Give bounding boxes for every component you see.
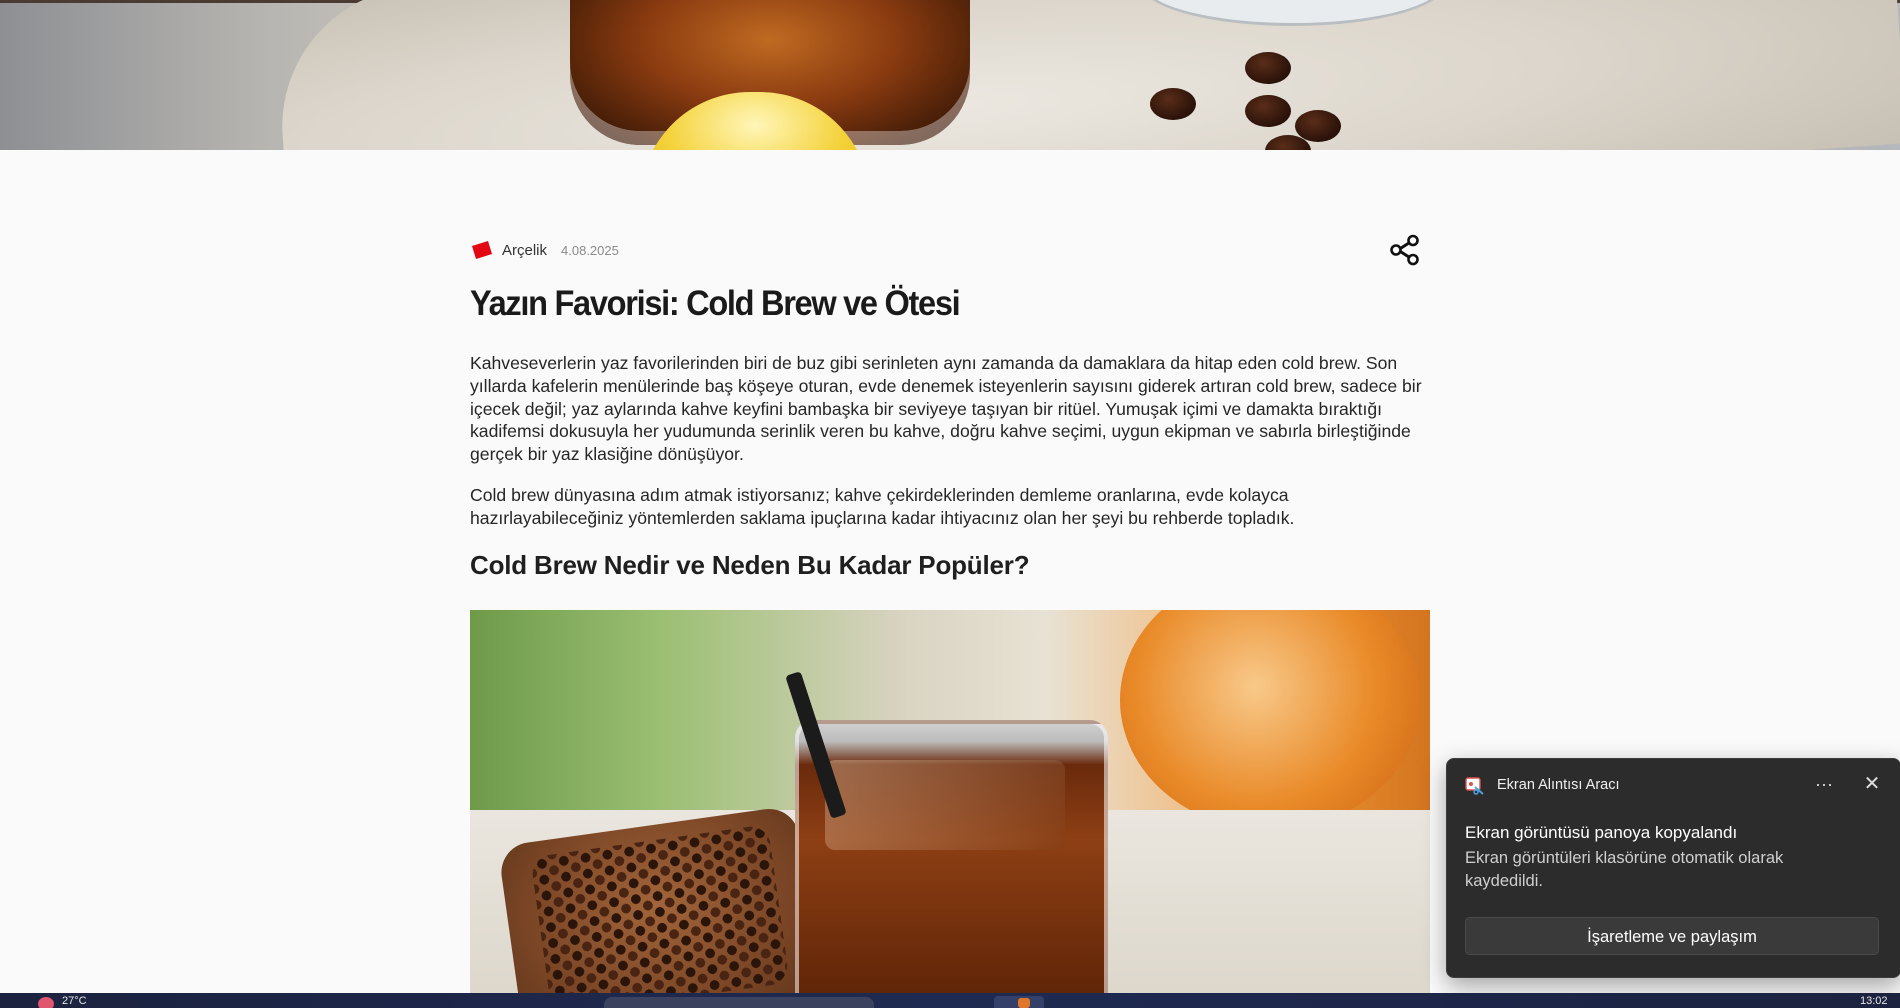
notification-heading: Ekran görüntüsü panoya kopyalandı: [1465, 823, 1738, 842]
post-date: 4.08.2025: [561, 242, 619, 258]
weather-temperature[interactable]: 27°C: [62, 995, 87, 1007]
arcelik-logo-icon: [472, 241, 492, 259]
notification-body: Ekran görüntüleri klasörüne otomatik ola…: [1465, 849, 1784, 890]
markup-and-share-button[interactable]: İşaretleme ve paylaşım: [1465, 917, 1879, 955]
taskbar: 27°C 13:02: [0, 993, 1900, 1008]
article-paragraph: Cold brew dünyasına adım atmak istiyorsa…: [470, 485, 1295, 528]
weather-widget-icon[interactable]: [38, 997, 54, 1008]
section-heading: Cold Brew Nedir ve Neden Bu Kadar Popüle…: [470, 550, 1030, 580]
image-orange: [1120, 610, 1420, 830]
article-paragraph: Kahveseverlerin yaz favorilerinden biri …: [470, 353, 1422, 465]
hero-coffee-bean: [1245, 95, 1291, 127]
hero-coffee-bean: [1150, 88, 1196, 120]
page: Arçelik 4.08.2025 Yazın Favorisi: Cold B…: [0, 0, 1900, 1008]
article-title: Yazın Favorisi: Cold Brew ve Ötesi: [470, 284, 961, 323]
brand-name[interactable]: Arçelik: [502, 242, 547, 259]
notification-app-name: Ekran Alıntısı Aracı: [1497, 777, 1620, 793]
hero-image: [0, 0, 1900, 150]
article-image: [470, 610, 1430, 995]
hero-coffee-bean: [1245, 52, 1291, 84]
close-notification-button[interactable]: ✕: [1857, 771, 1887, 799]
article-meta: Arçelik 4.08.2025: [470, 237, 619, 263]
hero-coffee-bean: [1295, 110, 1341, 142]
snip-notification[interactable]: Ekran Alıntısı Aracı ··· ✕ Ekran görüntü…: [1446, 758, 1900, 978]
taskbar-search-box[interactable]: [604, 997, 874, 1008]
share-icon: [1390, 234, 1419, 266]
snipping-tool-icon: [1465, 777, 1484, 795]
image-ice: [825, 760, 1065, 850]
hero-marble-board: [272, 0, 1900, 150]
share-button[interactable]: [1388, 234, 1422, 266]
taskbar-clock[interactable]: 13:02: [1860, 995, 1888, 1007]
taskbar-app-icon: [1018, 998, 1030, 1008]
more-options-button[interactable]: ···: [1809, 771, 1839, 799]
